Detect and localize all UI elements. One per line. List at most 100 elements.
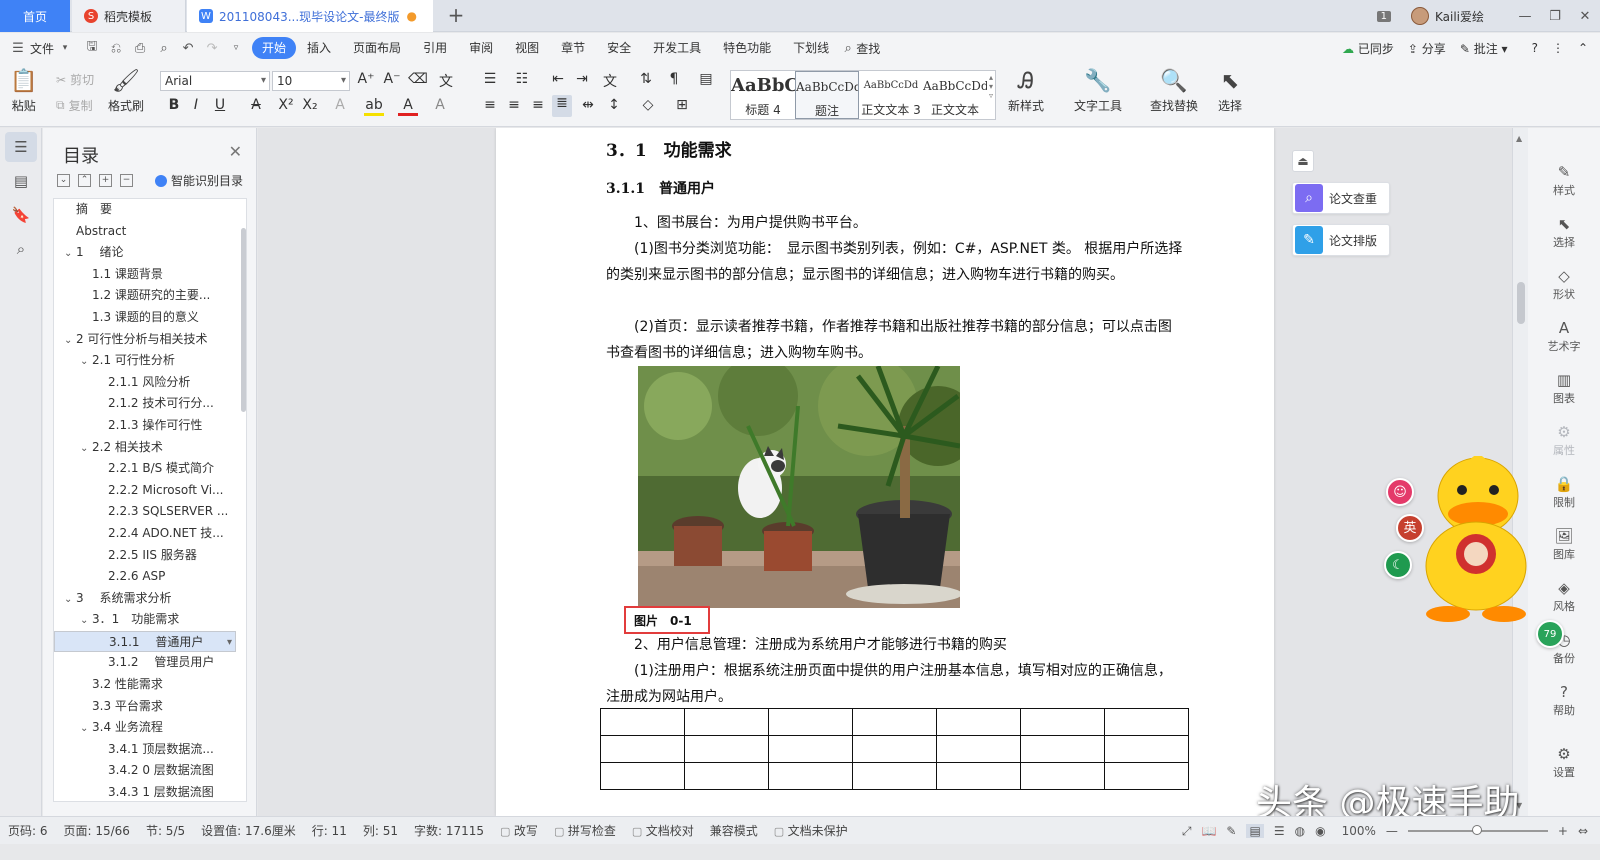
rt-settings-button[interactable]: ⚙ 设置	[1528, 744, 1600, 780]
menu-underline[interactable]: 下划线	[782, 37, 840, 59]
select-button[interactable]: ⬉ 选择	[1218, 67, 1242, 114]
table-cell[interactable]	[684, 708, 769, 736]
strikethrough-icon[interactable]: A	[246, 97, 266, 113]
char-shading-icon[interactable]: A	[430, 97, 450, 113]
file-menu[interactable]: 文件	[30, 40, 54, 57]
menu-developer[interactable]: 开发工具	[642, 37, 712, 59]
status-proof[interactable]: 文档校对	[624, 822, 702, 839]
duck-mascot[interactable]	[1418, 455, 1532, 622]
toc-item[interactable]: 2.2.1 B/S 模式简介	[54, 458, 236, 480]
toc-item[interactable]: ⌄ 1 绪论	[54, 242, 236, 264]
rt-help-button[interactable]: ? 帮助	[1528, 682, 1600, 718]
toc-scrollbar[interactable]	[241, 228, 246, 412]
phonetic-icon[interactable]: 文	[436, 71, 456, 91]
table-cell[interactable]	[684, 762, 769, 790]
toc-item[interactable]: 3.4.3 1 层数据流图	[54, 782, 236, 801]
eye-protect-icon[interactable]: ◉	[1315, 824, 1325, 838]
scroll-up-icon[interactable]: ▲	[1516, 134, 1522, 143]
rt-gallery-button[interactable]: 🖼 图库	[1528, 526, 1600, 562]
toc-item[interactable]: 3.1.1 普通用户	[54, 630, 236, 653]
text-effect-icon[interactable]: A	[330, 97, 350, 113]
print-preview-icon[interactable]: ⌕	[152, 41, 176, 56]
table-cell[interactable]	[768, 735, 853, 763]
close-window-icon[interactable]: ✕	[1570, 9, 1600, 24]
underline-icon[interactable]: U	[210, 97, 230, 113]
numbering-icon[interactable]: ☷	[512, 71, 532, 87]
menu-references[interactable]: 引用	[412, 37, 458, 59]
moon-bubble-icon[interactable]: ☾	[1384, 551, 1412, 579]
chevron-down-icon[interactable]: ⌄	[64, 330, 76, 351]
reading-mode-icon[interactable]: 📖	[1201, 824, 1216, 838]
chevron-down-icon[interactable]: ⌄	[80, 718, 92, 739]
font-size-select[interactable]: 10	[272, 71, 350, 91]
distribute-icon[interactable]: ⇹	[578, 97, 598, 113]
toc-item[interactable]: ⌄ 3 系统需求分析	[54, 588, 236, 610]
status-revise[interactable]: 改写	[492, 822, 546, 839]
toc-item[interactable]: 2.2.5 IIS 服务器	[54, 545, 236, 567]
find-replace-button[interactable]: 🔍 查找替换	[1150, 67, 1198, 114]
zoom-slider[interactable]	[1407, 825, 1548, 835]
paper-layout-button[interactable]: ✎ 论文排版	[1292, 224, 1390, 256]
fit-width-icon[interactable]: ⇔	[1578, 824, 1588, 838]
toc-item[interactable]: 摘 要	[54, 199, 236, 221]
table-cell[interactable]	[1020, 735, 1105, 763]
toc-item[interactable]: 2.1.1 风险分析	[54, 372, 236, 394]
table-cell[interactable]	[852, 762, 937, 790]
justify-icon[interactable]: ≣	[552, 95, 572, 117]
table-cell[interactable]	[1020, 708, 1105, 736]
scroll-thumb[interactable]	[1517, 282, 1525, 324]
help-icon[interactable]: ?	[1532, 41, 1538, 55]
copy-button[interactable]: ⧉ 复制	[56, 97, 93, 114]
plant-cat-photo[interactable]	[638, 366, 960, 608]
web-view-icon[interactable]: ◍	[1295, 824, 1305, 838]
save-icon[interactable]: 🖫	[80, 37, 104, 59]
status-words[interactable]: 字数: 17115	[406, 822, 492, 839]
page-view-icon[interactable]: ▤	[1246, 824, 1264, 838]
shrink-font-icon[interactable]: A⁻	[382, 71, 402, 87]
find-menu[interactable]: 查找	[856, 40, 880, 57]
figure-caption[interactable]: 图片 0-1	[634, 612, 692, 629]
score-badge[interactable]: 79	[1536, 620, 1564, 648]
toc-item[interactable]: 2.2.3 SQLSERVER ...	[54, 501, 236, 523]
share-button[interactable]: ⇪ 分享	[1408, 40, 1446, 57]
toc-item[interactable]: 3.2 性能需求	[54, 674, 236, 696]
text-tools-button[interactable]: 🔧 文字工具	[1074, 67, 1122, 114]
toc-item[interactable]: 3.4.1 顶层数据流...	[54, 739, 236, 761]
toc-item[interactable]: ⌄ 2 可行性分析与相关技术	[54, 329, 236, 351]
document-page[interactable]: 3．1 功能需求 3.1.1 普通用户 1、图书展台：为用户提供购书平台。 (1…	[496, 128, 1274, 816]
status-col[interactable]: 列: 51	[355, 822, 406, 839]
status-protect[interactable]: 文档未保护	[766, 822, 856, 839]
table-cell[interactable]	[768, 708, 853, 736]
add-heading-icon[interactable]: +	[99, 174, 112, 187]
decrease-indent-icon[interactable]: ⇤	[548, 71, 568, 87]
bold-icon[interactable]: B	[164, 97, 184, 113]
status-page[interactable]: 页面: 15/66	[56, 822, 138, 839]
more-icon[interactable]: ⋮	[1552, 41, 1564, 55]
chevron-down-icon[interactable]: ⌄	[80, 351, 92, 372]
status-spell[interactable]: 拼写检查	[546, 822, 624, 839]
style-scroll-icon[interactable]: ▴ ▾ ▿	[989, 73, 993, 100]
search-icon[interactable]: ⌕	[840, 41, 856, 56]
align-center-icon[interactable]: ≡	[504, 97, 524, 113]
toc-item[interactable]: 3.4.2 0 层数据流图	[54, 760, 236, 782]
text-box-icon[interactable]: ▤	[696, 71, 716, 87]
toc-nav-icon[interactable]: ☰	[5, 132, 37, 162]
table-cell[interactable]	[1104, 708, 1189, 736]
rt-wordart-button[interactable]: A 艺术字	[1528, 318, 1600, 354]
table-cell[interactable]	[936, 735, 1021, 763]
undo-history-icon[interactable]: ⎌	[104, 41, 128, 56]
thumbnail-icon[interactable]: ▤	[5, 166, 37, 196]
cut-button[interactable]: ✂ 剪切	[56, 71, 94, 88]
new-style-button[interactable]: Ꭿ 新样式	[1008, 67, 1044, 114]
status-row[interactable]: 行: 11	[304, 822, 355, 839]
toc-item[interactable]: 2.2.4 ADO.NET 技...	[54, 523, 236, 545]
toc-item[interactable]: ⌄ 2.1 可行性分析	[54, 350, 236, 372]
window-count-badge[interactable]: 1	[1376, 10, 1391, 22]
tab-home[interactable]: 首页	[0, 0, 70, 32]
search-nav-icon[interactable]: ⌕	[5, 234, 37, 264]
table-cell[interactable]	[600, 708, 685, 736]
sort-icon[interactable]: ⇅	[636, 71, 656, 87]
superscript-icon[interactable]: X²	[276, 97, 296, 113]
avatar[interactable]	[1410, 7, 1429, 25]
toc-item[interactable]: 2.1.3 操作可行性	[54, 415, 236, 437]
